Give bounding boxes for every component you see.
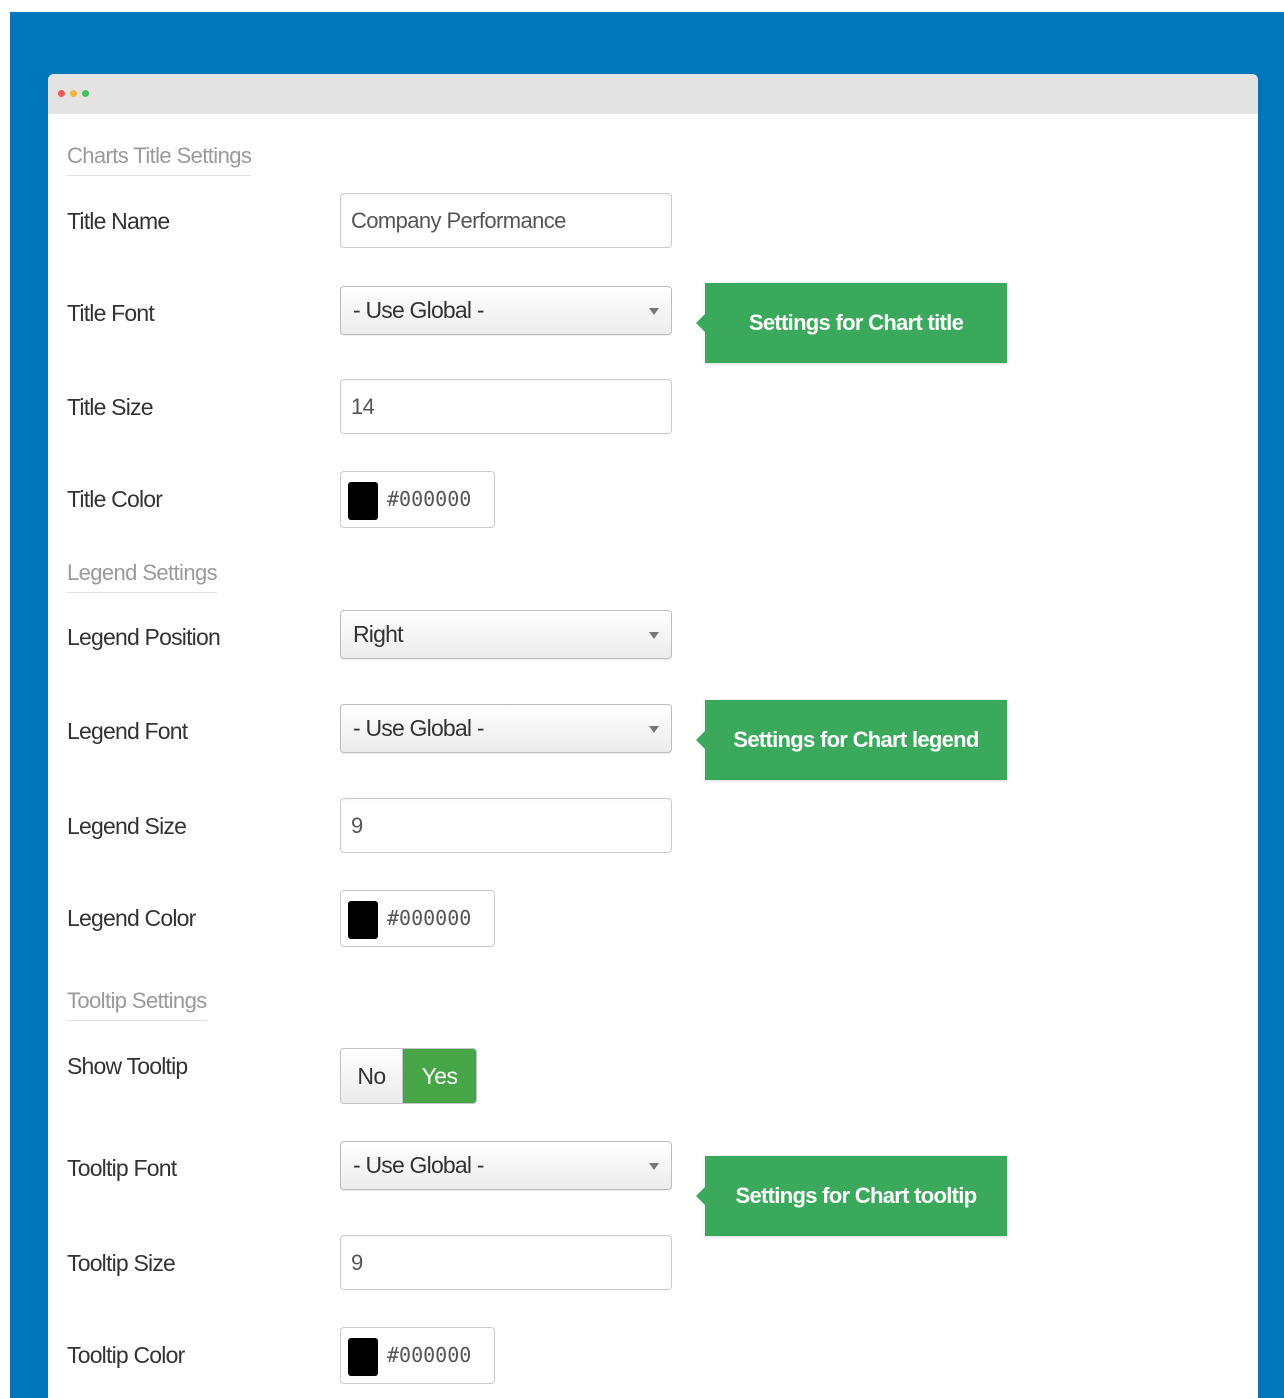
show-tooltip-toggle[interactable]: No Yes bbox=[340, 1048, 477, 1104]
show-tooltip-label: Show Tooltip bbox=[67, 1053, 188, 1079]
window-minimize-dot[interactable] bbox=[70, 90, 77, 97]
title-settings-callout: Settings for Chart title bbox=[696, 283, 1007, 363]
window-titlebar bbox=[48, 74, 1258, 114]
legend-color-value: #000000 bbox=[387, 906, 472, 930]
toggle-no-button[interactable]: No bbox=[341, 1049, 403, 1103]
tooltip-font-select[interactable]: - Use Global - bbox=[340, 1141, 672, 1190]
title-color-label: Title Color bbox=[67, 486, 163, 512]
title-color-swatch[interactable] bbox=[348, 482, 378, 520]
legend-settings-heading: Legend Settings bbox=[67, 559, 218, 593]
tooltip-settings-heading: Tooltip Settings bbox=[67, 987, 207, 1021]
toggle-yes-button[interactable]: Yes bbox=[403, 1049, 476, 1103]
tooltip-color-label: Tooltip Color bbox=[67, 1342, 185, 1368]
legend-font-value: - Use Global - bbox=[353, 715, 484, 741]
settings-window: Charts Title Settings Title Name Title F… bbox=[48, 74, 1258, 1398]
tooltip-settings-callout: Settings for Chart tooltip bbox=[696, 1156, 1007, 1236]
legend-color-swatch[interactable] bbox=[348, 901, 378, 939]
legend-position-select[interactable]: Right bbox=[340, 610, 672, 659]
title-color-picker[interactable]: #000000 bbox=[340, 471, 495, 528]
tooltip-size-input[interactable] bbox=[340, 1235, 672, 1290]
tooltip-color-value: #000000 bbox=[387, 1343, 472, 1367]
legend-position-value: Right bbox=[353, 621, 403, 647]
tooltip-font-value: - Use Global - bbox=[353, 1152, 484, 1178]
legend-color-label: Legend Color bbox=[67, 905, 196, 931]
chevron-down-icon bbox=[649, 726, 659, 733]
window-maximize-dot[interactable] bbox=[82, 90, 89, 97]
legend-color-picker[interactable]: #000000 bbox=[340, 890, 495, 947]
title-size-input[interactable] bbox=[340, 379, 672, 434]
title-settings-heading: Charts Title Settings bbox=[67, 142, 252, 176]
title-font-label: Title Font bbox=[67, 300, 155, 326]
window-close-dot[interactable] bbox=[58, 90, 65, 97]
legend-size-input[interactable] bbox=[340, 798, 672, 853]
title-name-label: Title Name bbox=[67, 208, 170, 234]
title-font-select[interactable]: - Use Global - bbox=[340, 286, 672, 335]
title-size-label: Title Size bbox=[67, 394, 154, 420]
legend-position-label: Legend Position bbox=[67, 624, 221, 650]
chevron-down-icon bbox=[649, 308, 659, 315]
tooltip-color-swatch[interactable] bbox=[348, 1338, 378, 1376]
legend-font-select[interactable]: - Use Global - bbox=[340, 704, 672, 753]
legend-font-label: Legend Font bbox=[67, 718, 188, 744]
legend-settings-callout: Settings for Chart legend bbox=[696, 700, 1007, 780]
tooltip-color-picker[interactable]: #000000 bbox=[340, 1327, 495, 1384]
title-color-value: #000000 bbox=[387, 487, 472, 511]
tooltip-font-label: Tooltip Font bbox=[67, 1155, 177, 1181]
title-font-value: - Use Global - bbox=[353, 297, 484, 323]
title-name-input[interactable] bbox=[340, 193, 672, 248]
tooltip-size-label: Tooltip Size bbox=[67, 1250, 176, 1276]
legend-size-label: Legend Size bbox=[67, 813, 187, 839]
chevron-down-icon bbox=[649, 1163, 659, 1170]
chevron-down-icon bbox=[649, 632, 659, 639]
